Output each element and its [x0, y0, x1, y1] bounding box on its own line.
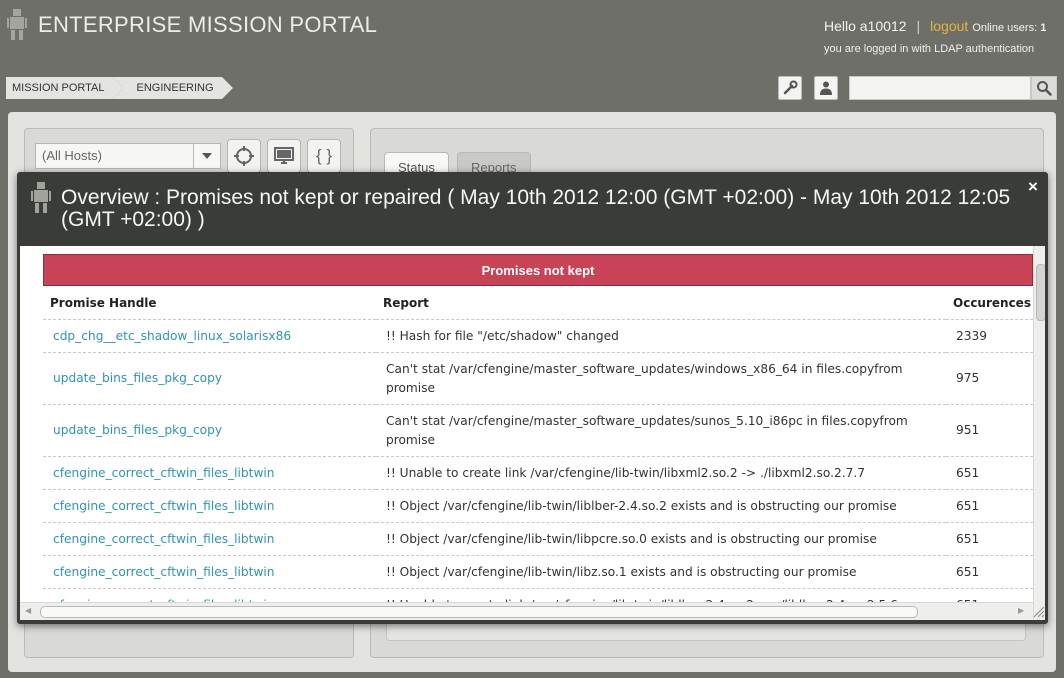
- table-row: cfengine_correct_cftwin_files_libtwin !!…: [43, 489, 1033, 523]
- report-cell: Can't stat /var/cfengine/master_software…: [376, 352, 946, 405]
- host-filter-select[interactable]: (All Hosts): [35, 143, 221, 169]
- resize-grip-icon[interactable]: [1033, 604, 1045, 618]
- scroll-left-arrow-icon[interactable]: ◀: [25, 606, 31, 615]
- section-header: Promises not kept: [43, 254, 1033, 286]
- crosshair-icon: [234, 146, 254, 166]
- vertical-scroll-thumb[interactable]: [1036, 264, 1045, 321]
- overview-dialog: Overview : Promises not kept or repaired…: [17, 172, 1048, 624]
- dialog-body: Promises not kept Promise Handle Report …: [20, 246, 1045, 620]
- horizontal-scrollbar[interactable]: ◀ ▶: [20, 602, 1033, 620]
- logout-link[interactable]: logout: [930, 18, 968, 34]
- user-icon: [820, 81, 832, 95]
- promise-handle-link[interactable]: update_bins_files_pkg_copy: [43, 352, 376, 405]
- occurences-cell: 2339: [946, 319, 1033, 353]
- table-header-row: Promise Handle Report Occurences: [43, 286, 1033, 320]
- column-header-handle[interactable]: Promise Handle: [43, 286, 376, 320]
- report-cell: !! Unable to create link /var/cfengine/l…: [376, 588, 946, 602]
- breadcrumb-mission-portal[interactable]: MISSION PORTAL: [6, 77, 123, 99]
- promises-table: Promise Handle Report Occurences cdp_chg…: [43, 286, 1033, 602]
- auth-message: you are logged in with LDAP authenticati…: [824, 43, 1035, 55]
- promise-handle-link[interactable]: cfengine_correct_cftwin_files_libtwin: [43, 456, 376, 490]
- top-bar: ENTERPRISE MISSION PORTAL Hello a10012 | l…: [0, 0, 1064, 70]
- occurences-cell: 651: [946, 588, 1033, 602]
- online-users-count: 1: [1040, 22, 1047, 34]
- robot-logo-icon: [31, 182, 51, 213]
- occurences-cell: 975: [946, 352, 1033, 405]
- report-cell: !! Object /var/cfengine/lib-twin/liblber…: [376, 489, 946, 523]
- search-input[interactable]: [849, 76, 1031, 100]
- breadcrumb-engineering[interactable]: ENGINEERING: [112, 77, 233, 99]
- app-title: ENTERPRISE MISSION PORTAL: [38, 12, 378, 37]
- vertical-scrollbar[interactable]: [1033, 246, 1045, 620]
- separator: |: [916, 18, 921, 34]
- promise-handle-link[interactable]: cfengine_correct_cftwin_files_libtwin: [43, 588, 376, 602]
- report-cell: !! Object /var/cfengine/lib-twin/libz.so…: [376, 555, 946, 589]
- dialog-title: Overview : Promises not kept or repaired…: [61, 186, 1011, 231]
- horizontal-scroll-thumb[interactable]: [40, 606, 918, 618]
- table-row: cfengine_correct_cftwin_files_libtwin !!…: [43, 555, 1033, 589]
- report-cell: Can't stat /var/cfengine/master_software…: [376, 404, 946, 457]
- host-list-button[interactable]: [267, 139, 301, 173]
- scroll-right-arrow-icon[interactable]: ▶: [1018, 606, 1024, 615]
- occurences-cell: 651: [946, 456, 1033, 490]
- occurences-cell: 651: [946, 489, 1033, 523]
- target-hosts-button[interactable]: [227, 139, 261, 173]
- settings-button[interactable]: [778, 76, 802, 100]
- search-icon: [1037, 81, 1052, 96]
- promise-handle-link[interactable]: update_bins_files_pkg_copy: [43, 404, 376, 457]
- promise-handle-link[interactable]: cfengine_correct_cftwin_files_libtwin: [43, 522, 376, 556]
- json-query-button[interactable]: { }: [307, 139, 341, 173]
- report-cell: !! Hash for file "/etc/shadow" changed: [376, 319, 946, 353]
- promise-handle-link[interactable]: cdp_chg__etc_shadow_linux_solarisx86: [43, 319, 376, 353]
- monitor-icon: [274, 147, 294, 164]
- occurences-cell: 651: [946, 555, 1033, 589]
- occurences-cell: 651: [946, 522, 1033, 556]
- breadcrumb: MISSION PORTAL ENGINEERING: [6, 77, 233, 99]
- occurences-cell: 951: [946, 404, 1033, 457]
- promise-handle-link[interactable]: cfengine_correct_cftwin_files_libtwin: [43, 555, 376, 589]
- table-row: cfengine_correct_cftwin_files_libtwin !!…: [43, 522, 1033, 556]
- column-header-occurences[interactable]: Occurences: [946, 286, 1033, 320]
- report-cell: !! Object /var/cfengine/lib-twin/libpcre…: [376, 522, 946, 556]
- close-button[interactable]: ×: [1028, 177, 1038, 197]
- report-cell: !! Unable to create link /var/cfengine/l…: [376, 456, 946, 490]
- wrench-icon: [783, 80, 798, 95]
- table-row: cfengine_correct_cftwin_files_libtwin !!…: [43, 588, 1033, 602]
- user-info: Hello a10012 | logout Online users: 1: [824, 18, 1046, 34]
- table-row: cfengine_correct_cftwin_files_libtwin !!…: [43, 456, 1033, 490]
- column-header-report[interactable]: Report: [376, 286, 946, 320]
- table-row: update_bins_files_pkg_copy Can't stat /v…: [43, 404, 1033, 457]
- search-button[interactable]: [1031, 76, 1057, 100]
- host-filter-value: (All Hosts): [42, 148, 102, 163]
- table-row: cdp_chg__etc_shadow_linux_solarisx86 !! …: [43, 319, 1033, 353]
- online-users-label: Online users:: [972, 22, 1038, 34]
- chevron-down-icon: [193, 144, 220, 168]
- greeting-text: Hello a10012: [824, 18, 907, 34]
- table-row: update_bins_files_pkg_copy Can't stat /v…: [43, 352, 1033, 405]
- robot-logo-icon: [7, 9, 27, 40]
- online-users: Online users: 1: [972, 22, 1046, 34]
- promises-table-container: Promises not kept Promise Handle Report …: [43, 254, 1033, 602]
- user-profile-button[interactable]: [814, 76, 838, 100]
- promise-handle-link[interactable]: cfengine_correct_cftwin_files_libtwin: [43, 489, 376, 523]
